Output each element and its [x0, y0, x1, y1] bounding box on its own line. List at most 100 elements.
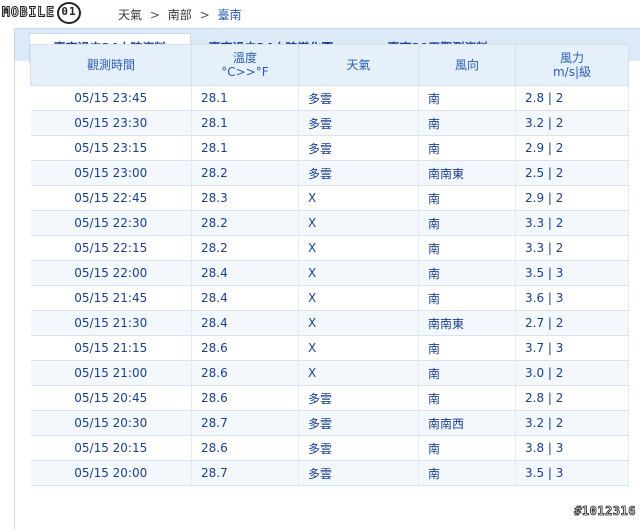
cell-time: 05/15 21:15	[30, 335, 192, 361]
breadcrumb-south[interactable]: 南部	[168, 8, 192, 22]
table-row: 05/15 21:45 28.4 X 南 3.6 | 3	[30, 285, 629, 311]
cell-temperature: 28.6	[191, 435, 299, 461]
cell-time: 05/15 23:30	[30, 110, 192, 136]
cell-time: 05/15 22:30	[30, 210, 192, 236]
cell-time: 05/15 21:00	[30, 360, 192, 386]
cell-wind-direction: 南	[418, 435, 516, 461]
cell-time: 05/15 20:00	[30, 460, 192, 486]
cell-weather: X	[298, 260, 419, 286]
cell-weather: 多雲	[298, 110, 419, 136]
cell-weather: X	[298, 310, 419, 336]
cell-weather: X	[298, 235, 419, 261]
logo-mark-icon: 01	[56, 2, 81, 24]
table-row: 05/15 21:30 28.4 X 南南東 2.7 | 2	[30, 310, 629, 336]
cell-temperature: 28.1	[191, 135, 299, 161]
table-header-row: 觀測時間 溫度 °C>>°F 天氣 風向 風力 m/s|級	[30, 44, 629, 86]
table-row: 05/15 20:00 28.7 多雲南 3.5 | 3	[30, 460, 629, 486]
cell-weather: 多雲	[298, 135, 419, 161]
table-row: 05/15 23:00 28.2 多雲 南南東 2.5 | 2	[30, 160, 629, 186]
cell-wind-force: 3.2 | 2	[515, 410, 629, 436]
table-row: 05/15 22:45 28.3 X 南 2.9 | 2	[30, 185, 629, 211]
cell-weather: 多雲	[298, 160, 419, 186]
cell-wind-direction: 南	[418, 210, 516, 236]
cell-time: 05/15 20:15	[30, 435, 192, 461]
header-weather: 天氣	[298, 44, 419, 86]
cell-wind-force: 3.3 | 2	[515, 210, 629, 236]
cell-wind-force: 2.9 | 2	[515, 135, 629, 161]
logo-text: MOBILE	[2, 5, 55, 21]
cell-weather: X	[298, 210, 419, 236]
cell-wind-force: 3.8 | 3	[515, 435, 629, 461]
header-temp-unit-toggle[interactable]: °C>>°F	[192, 65, 298, 79]
cell-wind-direction: 南	[418, 285, 516, 311]
cell-weather: X	[298, 285, 419, 311]
cell-time: 05/15 23:00	[30, 160, 192, 186]
cell-wind-force: 3.3 | 2	[515, 235, 629, 261]
table-row: 05/15 20:45 28.6 多雲南 2.8 | 2	[30, 385, 629, 411]
cell-time: 05/15 22:00	[30, 260, 192, 286]
cell-weather: 多雲	[298, 410, 419, 436]
cell-wind-direction: 南	[418, 460, 516, 486]
cell-wind-force: 3.2 | 2	[515, 110, 629, 136]
site-logo[interactable]: MOBILE 01	[2, 2, 126, 24]
header-wind-force: 風力 m/s|級	[515, 44, 629, 86]
cell-wind-direction: 南	[418, 385, 516, 411]
cell-temperature: 28.3	[191, 185, 299, 211]
cell-wind-force: 2.8 | 2	[515, 85, 629, 111]
cell-wind-direction: 南南東	[418, 310, 516, 336]
cell-wind-force: 2.8 | 2	[515, 385, 629, 411]
cell-weather: X	[298, 335, 419, 361]
table-row: 05/15 20:15 28.6 多雲南 3.8 | 3	[30, 435, 629, 461]
cell-temperature: 28.6	[191, 360, 299, 386]
cell-wind-direction: 南南東	[418, 160, 516, 186]
cell-time: 05/15 23:15	[30, 135, 192, 161]
breadcrumb-separator: >	[149, 8, 160, 22]
breadcrumb-weather[interactable]: 天氣	[118, 8, 142, 22]
table-row: 05/15 20:30 28.7 多雲 南南西 3.2 | 2	[30, 410, 629, 436]
top-bar: MOBILE 01 天氣 > 南部 > 臺南	[0, 0, 640, 28]
header-wind-label: 風力	[559, 51, 584, 65]
cell-wind-force: 3.0 | 2	[515, 360, 629, 386]
cell-temperature: 28.2	[191, 160, 299, 186]
table-row: 05/15 22:15 28.2 X 南 3.3 | 2	[30, 235, 629, 261]
cell-temperature: 28.4	[191, 310, 299, 336]
cell-temperature: 28.4	[191, 260, 299, 286]
cell-wind-direction: 南	[418, 335, 516, 361]
cell-temperature: 28.7	[191, 410, 299, 436]
cell-temperature: 28.6	[191, 385, 299, 411]
cell-time: 05/15 21:30	[30, 310, 192, 336]
header-wind-unit: m/s|級	[552, 65, 592, 79]
cell-wind-force: 2.7 | 2	[515, 310, 629, 336]
cell-wind-force: 3.7 | 3	[515, 335, 629, 361]
cell-weather: X	[298, 360, 419, 386]
breadcrumb-separator: >	[199, 8, 210, 22]
image-watermark: #1012316	[574, 504, 636, 519]
cell-wind-force: 3.6 | 3	[515, 285, 629, 311]
cell-wind-direction: 南	[418, 185, 516, 211]
cell-wind-direction: 南南西	[418, 410, 516, 436]
cell-wind-direction: 南	[418, 260, 516, 286]
cell-temperature: 28.2	[191, 210, 299, 236]
observation-table: 觀測時間 溫度 °C>>°F 天氣 風向 風力 m/s|級 05/15 23:4…	[30, 44, 629, 486]
cell-wind-force: 3.5 | 3	[515, 260, 629, 286]
header-time: 觀測時間	[30, 44, 192, 86]
cell-weather: 多雲	[298, 385, 419, 411]
table-row: 05/15 22:00 28.4 X 南 3.5 | 3	[30, 260, 629, 286]
cell-wind-direction: 南	[418, 135, 516, 161]
breadcrumb-tainan[interactable]: 臺南	[217, 8, 241, 22]
cell-wind-direction: 南	[418, 360, 516, 386]
cell-wind-force: 3.5 | 3	[515, 460, 629, 486]
cell-wind-force: 2.9 | 2	[515, 185, 629, 211]
table-row: 05/15 23:45 28.1 多雲南 2.8 | 2	[30, 85, 629, 111]
table-row: 05/15 21:00 28.6 X 南 3.0 | 2	[30, 360, 629, 386]
cell-time: 05/15 20:45	[30, 385, 192, 411]
header-temperature[interactable]: 溫度 °C>>°F	[191, 44, 299, 86]
cell-time: 05/15 21:45	[30, 285, 192, 311]
cell-time: 05/15 22:45	[30, 185, 192, 211]
table-row: 05/15 23:15 28.1 多雲南 2.9 | 2	[30, 135, 629, 161]
cell-weather: 多雲	[298, 460, 419, 486]
cell-time: 05/15 23:45	[30, 85, 192, 111]
cell-temperature: 28.1	[191, 110, 299, 136]
cell-temperature: 28.2	[191, 235, 299, 261]
table-row: 05/15 22:30 28.2 X 南 3.3 | 2	[30, 210, 629, 236]
